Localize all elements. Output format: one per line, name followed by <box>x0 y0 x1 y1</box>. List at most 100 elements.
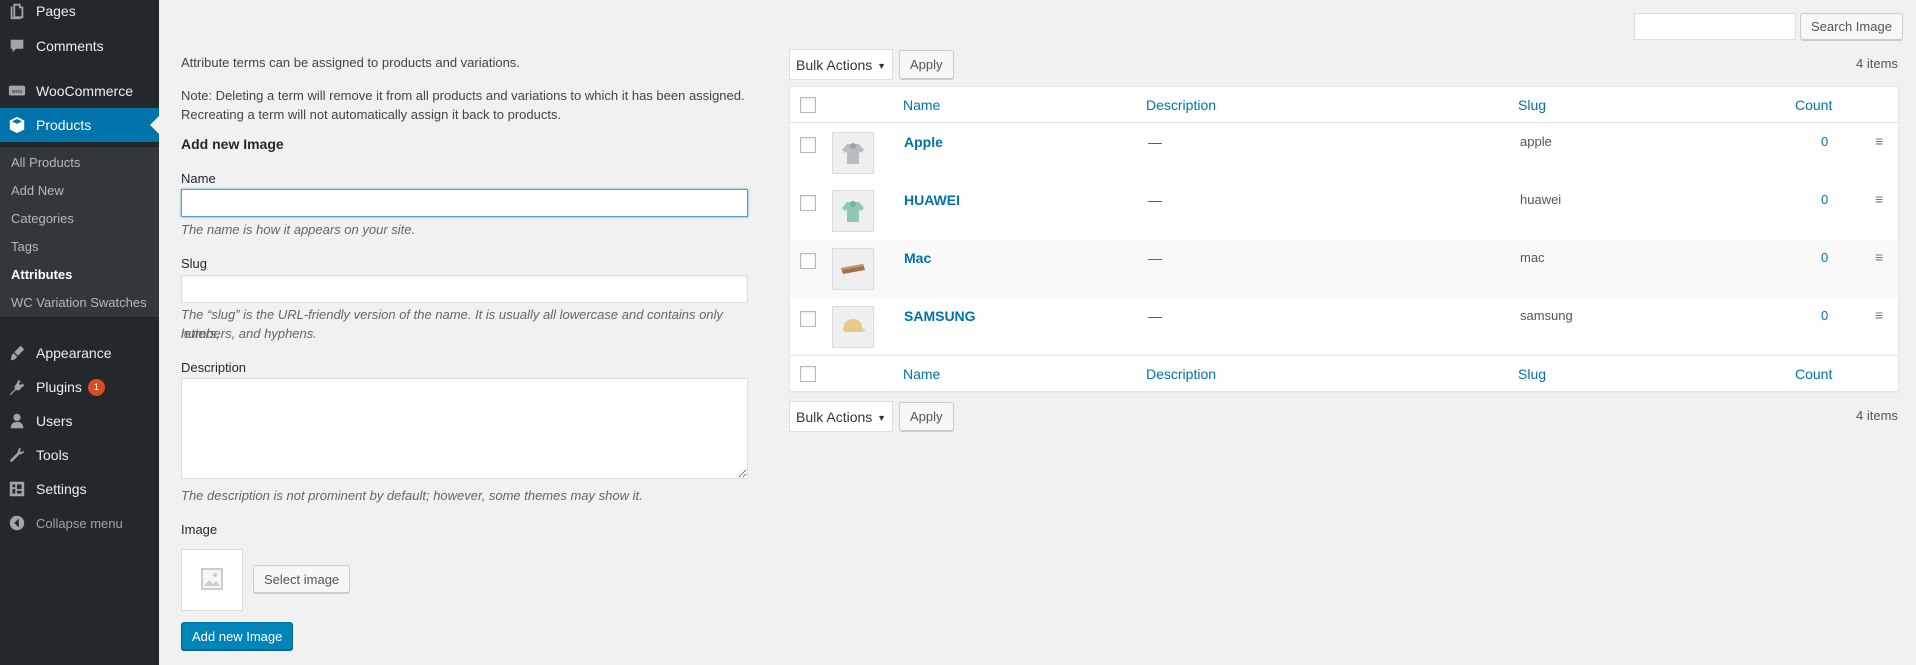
items-count-top: 4 items <box>1856 56 1898 71</box>
drag-handle-icon[interactable]: ≡ <box>1875 249 1883 265</box>
term-count-link[interactable]: 0 <box>1821 250 1828 265</box>
apply-button-bottom[interactable]: Apply <box>899 402 954 431</box>
column-footer-description[interactable]: Description <box>1146 366 1216 382</box>
term-thumbnail <box>832 132 874 174</box>
drag-handle-icon[interactable]: ≡ <box>1875 133 1883 149</box>
update-count-badge: 1 <box>87 378 105 396</box>
submenu-item-attributes[interactable]: Attributes <box>11 267 72 282</box>
menu-label: WooCommerce <box>36 83 133 99</box>
terms-table: Name Description Slug Count Apple — appl… <box>789 86 1899 392</box>
collapse-menu-button[interactable]: Collapse menu <box>0 506 159 540</box>
menu-label: Comments <box>36 38 104 54</box>
slug-label: Slug <box>181 256 208 271</box>
column-header-count[interactable]: Count <box>1795 97 1832 113</box>
products-icon <box>7 115 27 135</box>
submenu-item-tags[interactable]: Tags <box>11 239 38 254</box>
menu-label: Products <box>36 117 92 133</box>
table-footer: Name Description Slug Count <box>790 355 1898 391</box>
submenu-item-categories[interactable]: Categories <box>11 211 74 226</box>
name-label: Name <box>181 171 216 186</box>
select-all-checkbox[interactable] <box>800 97 816 113</box>
menu-item-comments[interactable]: Comments <box>0 29 159 63</box>
search-input[interactable] <box>1634 13 1796 40</box>
bulk-actions-select-bottom[interactable]: Bulk Actions ▼ <box>789 401 893 432</box>
column-header-description[interactable]: Description <box>1146 97 1216 113</box>
collapse-icon <box>7 513 27 533</box>
woocommerce-icon: woo <box>7 81 27 101</box>
slug-description-line2: numbers, and hyphens. <box>181 326 317 341</box>
select-image-button[interactable]: Select image <box>253 565 351 593</box>
settings-icon <box>7 479 27 499</box>
column-footer-count[interactable]: Count <box>1795 366 1832 382</box>
search-image-button[interactable]: Search Image <box>1800 13 1903 40</box>
bulk-actions-select-top[interactable]: Bulk Actions ▼ <box>789 49 893 80</box>
name-input[interactable] <box>181 189 748 217</box>
drag-handle-icon[interactable]: ≡ <box>1875 191 1883 207</box>
table-row: Apple — apple 0 ≡ <box>790 124 1898 182</box>
term-thumbnail <box>832 248 874 290</box>
term-slug: huawei <box>1520 192 1562 207</box>
menu-label: Users <box>36 413 73 429</box>
term-count-link[interactable]: 0 <box>1821 192 1828 207</box>
menu-item-woocommerce[interactable]: woo WooCommerce <box>0 74 159 108</box>
menu-item-tools[interactable]: Tools <box>0 438 159 472</box>
term-name-link[interactable]: SAMSUNG <box>904 308 976 324</box>
menu-label: Tools <box>36 447 69 463</box>
term-description: — <box>1148 308 1162 324</box>
note-text-line2: Recreating a term will not automatically… <box>181 107 562 122</box>
term-name-link[interactable]: HUAWEI <box>904 192 960 208</box>
description-textarea[interactable] <box>181 378 748 479</box>
table-row: SAMSUNG — samsung 0 ≡ <box>790 298 1898 356</box>
dropdown-caret-icon: ▼ <box>877 413 886 423</box>
row-checkbox[interactable] <box>800 311 816 327</box>
items-count-bottom: 4 items <box>1856 408 1898 423</box>
intro-text: Attribute terms can be assigned to produ… <box>181 55 520 70</box>
pages-icon <box>7 1 27 21</box>
submenu-item-all-products[interactable]: All Products <box>11 155 80 170</box>
row-checkbox[interactable] <box>800 195 816 211</box>
menu-item-settings[interactable]: Settings <box>0 472 159 506</box>
menu-item-pages[interactable]: Pages <box>0 0 159 28</box>
term-count-link[interactable]: 0 <box>1821 134 1828 149</box>
menu-label: Pages <box>36 3 76 19</box>
drag-handle-icon[interactable]: ≡ <box>1875 307 1883 323</box>
select-all-checkbox-bottom[interactable] <box>800 366 816 382</box>
menu-item-products[interactable]: Products <box>0 108 159 142</box>
placeholder-image-icon <box>200 567 224 594</box>
menu-item-appearance[interactable]: Appearance <box>0 336 159 370</box>
column-footer-slug[interactable]: Slug <box>1518 366 1546 382</box>
row-checkbox[interactable] <box>800 253 816 269</box>
term-description: — <box>1148 134 1162 150</box>
submenu-item-wc-variation-swatches[interactable]: WC Variation Swatches <box>11 295 147 310</box>
comments-icon <box>7 36 27 56</box>
add-new-image-button[interactable]: Add new Image <box>181 622 294 650</box>
term-name-link[interactable]: Mac <box>904 250 931 266</box>
dropdown-caret-icon: ▼ <box>877 61 886 71</box>
table-row: Mac — mac 0 ≡ <box>790 240 1898 298</box>
apply-button-top[interactable]: Apply <box>899 50 954 79</box>
column-footer-name[interactable]: Name <box>903 366 940 382</box>
menu-item-plugins[interactable]: Plugins 1 <box>0 370 159 404</box>
menu-item-users[interactable]: Users <box>0 404 159 438</box>
column-header-name[interactable]: Name <box>903 97 940 113</box>
slug-input[interactable] <box>181 275 748 303</box>
table-header: Name Description Slug Count <box>790 87 1898 123</box>
term-thumbnail <box>832 306 874 348</box>
row-checkbox[interactable] <box>800 137 816 153</box>
menu-label: Settings <box>36 481 87 497</box>
form-heading: Add new Image <box>181 136 284 152</box>
term-name-link[interactable]: Apple <box>904 134 943 150</box>
term-description: — <box>1148 192 1162 208</box>
submenu-item-add-new[interactable]: Add New <box>11 183 64 198</box>
term-count-link[interactable]: 0 <box>1821 308 1828 323</box>
menu-label: Appearance <box>36 345 112 361</box>
menu-label: Plugins <box>36 379 82 395</box>
term-slug: apple <box>1520 134 1552 149</box>
svg-text:woo: woo <box>12 89 23 95</box>
tools-icon <box>7 445 27 465</box>
column-header-slug[interactable]: Slug <box>1518 97 1546 113</box>
collapse-label: Collapse menu <box>36 515 123 531</box>
bulk-actions-value: Bulk Actions <box>796 56 873 73</box>
term-thumbnail <box>832 190 874 232</box>
term-slug: mac <box>1520 250 1545 265</box>
